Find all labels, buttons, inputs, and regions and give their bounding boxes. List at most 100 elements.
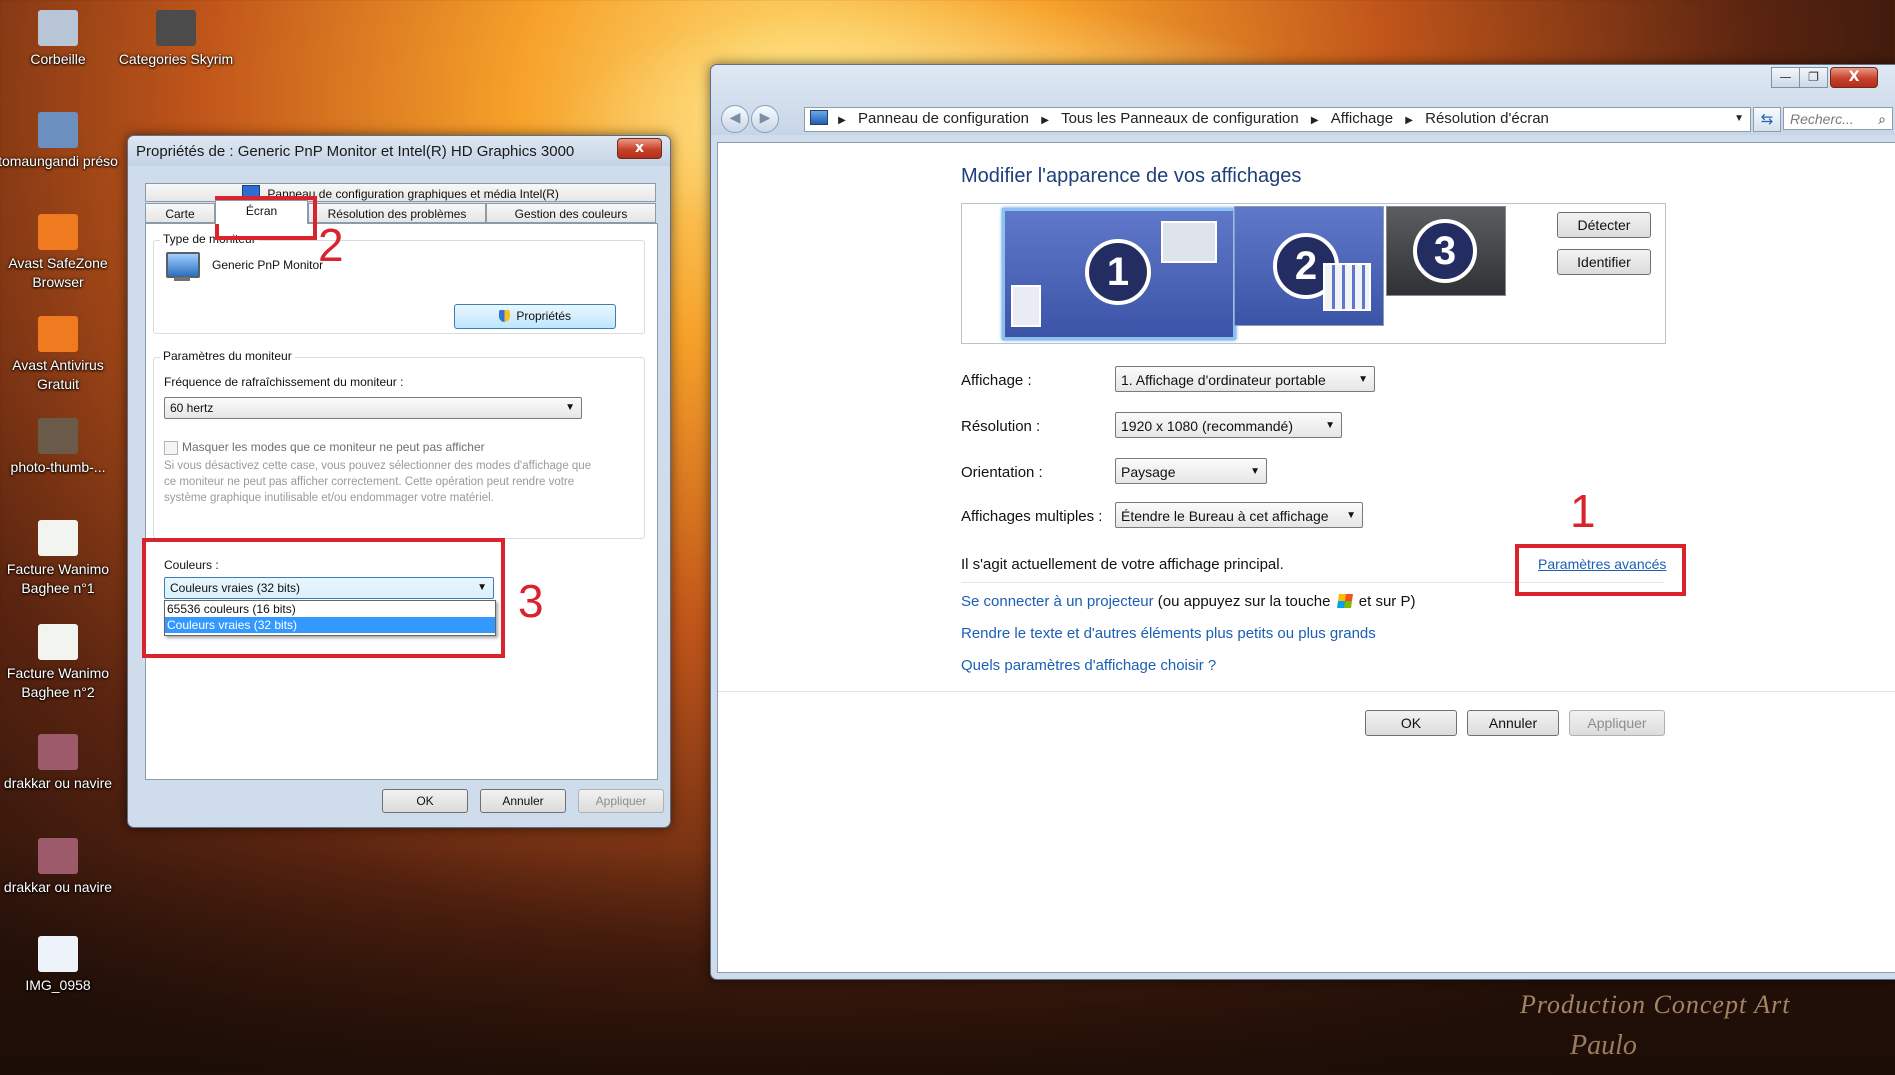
monitor-properties-button[interactable]: Propriétés: [454, 304, 616, 329]
breadcrumb-item[interactable]: Résolution d'écran: [1425, 110, 1549, 127]
desktop-icon[interactable]: IMG_0958: [0, 936, 118, 995]
resolution-select[interactable]: 1920 x 1080 (recommandé) ▼: [1115, 412, 1342, 438]
file-icon: [38, 10, 78, 46]
file-icon: [38, 214, 78, 250]
address-dropdown-icon[interactable]: ▼: [1734, 108, 1744, 130]
refresh-button[interactable]: ⇆: [1753, 107, 1781, 132]
breadcrumb-separator-icon: ▶: [1310, 115, 1319, 126]
desktop-icon[interactable]: drakkar ou navire: [0, 734, 118, 793]
identify-button[interactable]: Identifier: [1557, 249, 1651, 275]
page-heading: Modifier l'apparence de vos affichages: [961, 165, 1302, 187]
desktop-icon-label: Facture Wanimo Baghee n°1: [6, 561, 110, 596]
dialog-close-button[interactable]: x: [617, 138, 662, 159]
monitor-number-3: 3: [1413, 219, 1477, 283]
dialog-apply-button[interactable]: Appliquer: [578, 789, 664, 813]
orientation-label: Orientation :: [961, 464, 1043, 481]
desktop-icon[interactable]: Avast SafeZone Browser: [0, 214, 118, 292]
breadcrumb-item[interactable]: Tous les Panneaux de configuration: [1061, 110, 1299, 127]
breadcrumb-item[interactable]: Panneau de configuration: [858, 110, 1029, 127]
text-size-link[interactable]: Rendre le texte et d'autres éléments plu…: [961, 625, 1376, 642]
breadcrumb-separator-icon: ▶: [1405, 115, 1413, 126]
projector-hint-end: et sur P): [1358, 593, 1416, 610]
tab-color-management[interactable]: Gestion des couleurs: [486, 203, 656, 223]
wallpaper-signature: Paulo: [1570, 1030, 1637, 1061]
monitor-tile-3[interactable]: 3: [1386, 206, 1506, 296]
minimize-button[interactable]: —: [1771, 67, 1800, 88]
tab-ecran[interactable]: Écran: [215, 200, 308, 224]
monitor-tile-2[interactable]: 2: [1234, 206, 1384, 326]
grid-thumbnail-icon: [1323, 263, 1371, 311]
tab-carte[interactable]: Carte: [145, 203, 215, 223]
refresh-rate-select[interactable]: 60 hertz ▼: [164, 397, 582, 419]
maximize-button[interactable]: ❐: [1799, 67, 1828, 88]
address-bar[interactable]: ▶ Panneau de configuration ▶ Tous les Pa…: [804, 107, 1751, 132]
file-icon: [38, 734, 78, 770]
monitor-properties-label: Propriétés: [516, 309, 572, 323]
search-placeholder: Recherc...: [1790, 111, 1854, 127]
forward-button[interactable]: ▶: [751, 105, 779, 133]
ok-button[interactable]: OK: [1365, 710, 1457, 736]
display-value: 1. Affichage d'ordinateur portable: [1121, 372, 1326, 388]
desktop-icon[interactable]: tomaungandi préso: [0, 112, 118, 171]
desktop-icon-label: tomaungandi préso: [0, 153, 118, 169]
monitor-tile-1[interactable]: 1: [1002, 208, 1236, 340]
desktop-icon[interactable]: Avast Antivirus Gratuit: [0, 316, 118, 394]
file-icon: [38, 838, 78, 874]
desktop-icon-label: Categories Skyrim: [118, 51, 234, 67]
file-icon: [38, 112, 78, 148]
windows-key-icon: [1336, 594, 1353, 608]
hide-modes-checkbox[interactable]: [164, 441, 178, 455]
dialog-body: Panneau de configuration graphiques et m…: [134, 172, 664, 820]
display-select[interactable]: 1. Affichage d'ordinateur portable ▼: [1115, 366, 1375, 392]
file-icon: [156, 10, 196, 46]
chevron-down-icon: ▼: [1346, 510, 1356, 521]
back-button[interactable]: ◀: [721, 105, 749, 133]
annotation-number-1: 1: [1570, 485, 1596, 537]
window-close-button[interactable]: X: [1830, 67, 1878, 88]
desktop-icon[interactable]: drakkar ou navire: [0, 838, 118, 897]
main-display-status: Il s'agit actuellement de votre affichag…: [961, 556, 1284, 573]
window-thumbnail-icon: [1161, 221, 1217, 263]
projector-row: Se connecter à un projecteur (ou appuyez…: [961, 593, 1415, 610]
search-box[interactable]: Recherc... ⌕: [1783, 107, 1893, 130]
wallpaper-watermark: Production Concept Art: [1520, 990, 1791, 1019]
dialog-cancel-button[interactable]: Annuler: [480, 789, 566, 813]
desktop-icon-label: Facture Wanimo Baghee n°2: [6, 665, 110, 700]
resolution-value: 1920 x 1080 (recommandé): [1121, 418, 1293, 434]
chevron-down-icon: ▼: [565, 402, 575, 413]
file-icon: [38, 936, 78, 972]
control-panel-icon: [810, 110, 828, 125]
multiple-displays-value: Étendre le Bureau à cet affichage: [1121, 508, 1329, 524]
desktop-icon[interactable]: Facture Wanimo Baghee n°2: [0, 624, 118, 702]
search-icon: ⌕: [1878, 111, 1886, 127]
desktop-icon-label: drakkar ou navire: [3, 775, 113, 791]
screen-resolution-window: — ❐ X ◀ ▶ ▶ Panneau de configuration ▶ T…: [710, 64, 1895, 980]
hide-modes-description: Si vous désactivez cette case, vous pouv…: [164, 460, 592, 504]
orientation-select[interactable]: Paysage ▼: [1115, 458, 1267, 484]
uac-shield-icon: [498, 310, 510, 322]
breadcrumb-item[interactable]: Affichage: [1331, 110, 1393, 127]
which-settings-link[interactable]: Quels paramètres d'affichage choisir ?: [961, 657, 1216, 674]
dialog-title: Propriétés de : Generic PnP Monitor et I…: [136, 143, 575, 160]
multiple-displays-select[interactable]: Étendre le Bureau à cet affichage ▼: [1115, 502, 1363, 528]
desktop-icon[interactable]: Corbeille: [0, 10, 118, 69]
desktop-icon[interactable]: photo-thumb-...: [0, 418, 118, 477]
refresh-rate-value: 60 hertz: [170, 401, 214, 415]
desktop-icon[interactable]: Facture Wanimo Baghee n°1: [0, 520, 118, 598]
detect-button[interactable]: Détecter: [1557, 212, 1651, 238]
annotation-number-3: 3: [518, 575, 544, 627]
ecran-tab-panel: Type de moniteur Generic PnP Monitor Pro…: [145, 223, 658, 780]
resolution-label: Résolution :: [961, 418, 1041, 435]
chevron-down-icon: ▼: [1325, 420, 1335, 431]
projector-link[interactable]: Se connecter à un projecteur: [961, 593, 1154, 610]
apply-button[interactable]: Appliquer: [1569, 710, 1665, 736]
monitor-settings-label: Paramètres du moniteur: [160, 349, 295, 363]
file-icon: [38, 624, 78, 660]
cancel-button[interactable]: Annuler: [1467, 710, 1559, 736]
file-icon: [38, 316, 78, 352]
bottom-separator: [718, 691, 1895, 692]
monitor-number-1: 1: [1085, 239, 1151, 305]
dialog-titlebar[interactable]: Propriétés de : Generic PnP Monitor et I…: [128, 136, 670, 166]
dialog-ok-button[interactable]: OK: [382, 789, 468, 813]
desktop-icon[interactable]: Categories Skyrim: [116, 10, 236, 69]
